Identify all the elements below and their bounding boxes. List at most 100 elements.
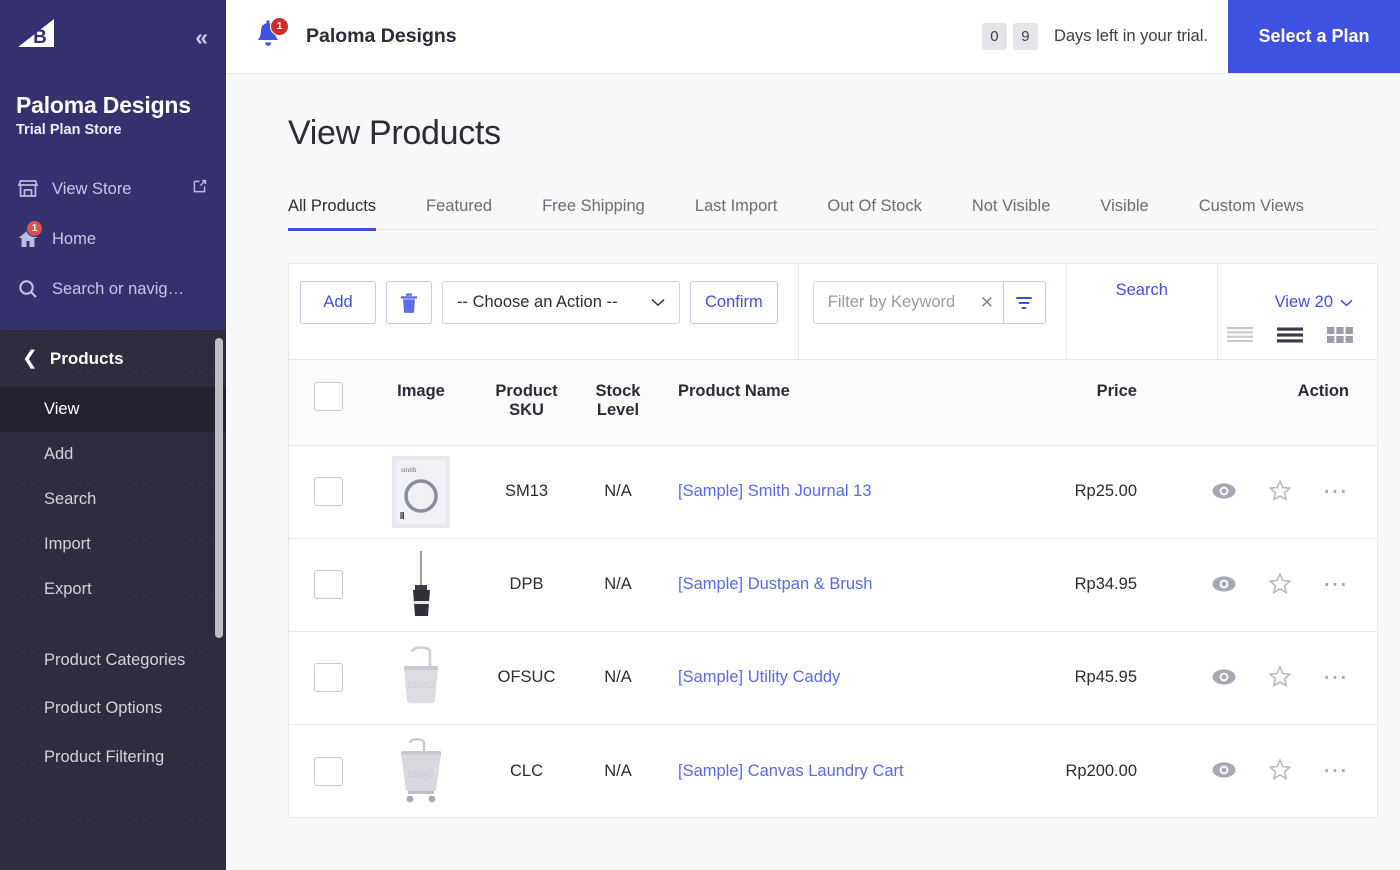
star-icon[interactable] — [1267, 479, 1292, 502]
products-table-body: smith SM13 N/A [Sample] Smith Journal 13 — [289, 444, 1377, 818]
trial-days-text: Days left in your trial. — [1053, 27, 1208, 45]
submenu-item-label: Product Options — [44, 699, 163, 718]
submenu-item-label: Export — [44, 580, 92, 599]
submenu-back-products[interactable]: ❮ Products — [0, 330, 226, 387]
sidebar-item-label: Home — [52, 229, 97, 248]
sidebar-item-view[interactable]: View — [0, 387, 226, 432]
submenu-item-label: Product Categories — [44, 650, 186, 669]
grid-view-icon[interactable] — [1327, 326, 1353, 349]
dustpan-thumbnail — [392, 549, 450, 621]
submenu-divider — [0, 612, 226, 634]
sidebar-item-import[interactable]: Import — [0, 522, 226, 567]
product-name-link[interactable]: [Sample] Dustpan & Brush — [678, 575, 872, 593]
filter-funnel-icon[interactable] — [1002, 281, 1046, 324]
bigcommerce-logo[interactable]: B — [14, 17, 60, 57]
list-view-icon[interactable] — [1277, 326, 1303, 349]
chevron-left-icon: ❮ — [22, 348, 38, 369]
row-checkbox[interactable] — [313, 477, 343, 507]
bell-badge-count: 1 — [270, 16, 289, 36]
compact-list-view-icon[interactable] — [1227, 326, 1253, 349]
notification-bell-icon[interactable]: 1 — [252, 16, 289, 57]
tab-out-of-stock[interactable]: Out Of Stock — [802, 197, 946, 229]
svg-text:DEMO: DEMO — [408, 769, 435, 779]
sidebar-item-view-store[interactable]: View Store — [0, 164, 226, 214]
row-checkbox[interactable] — [313, 570, 343, 600]
tab-custom-views[interactable]: Custom Views — [1174, 197, 1329, 229]
column-stock-line1: Stock — [595, 382, 641, 400]
external-link-icon[interactable] — [191, 178, 208, 200]
sidebar-item-product-filtering[interactable]: Product Filtering — [0, 731, 226, 783]
topbar-store-title: Paloma Designs — [306, 25, 457, 47]
top-header-bar: 1 Paloma Designs 0 9 Days left in your t… — [226, 0, 1400, 74]
tab-not-visible[interactable]: Not Visible — [947, 197, 1076, 229]
sidebar-item-home[interactable]: 1 Home — [0, 214, 226, 264]
tab-all-products[interactable]: All Products — [288, 197, 401, 231]
row-sku: SM13 — [475, 444, 578, 539]
sidebar-item-label: Search or navig… — [52, 279, 185, 298]
row-image-cell: DEMO — [367, 630, 475, 725]
sidebar-scrollbar[interactable] — [215, 338, 223, 638]
tab-featured[interactable]: Featured — [401, 197, 517, 229]
more-options-icon[interactable]: ⋯ — [1323, 664, 1350, 689]
product-name-link[interactable]: [Sample] Canvas Laundry Cart — [678, 762, 904, 780]
toolbar-filter-group: ✕ — [799, 264, 1066, 341]
submenu-item-label: Product Filtering — [44, 747, 165, 766]
row-stock: N/A — [578, 630, 658, 725]
confirm-button[interactable]: Confirm — [690, 281, 778, 324]
star-icon[interactable] — [1267, 572, 1292, 595]
sidebar-item-product-options[interactable]: Product Options — [0, 686, 226, 731]
trial-digit-ones: 9 — [1012, 23, 1038, 50]
row-sku: DPB — [475, 537, 578, 632]
eye-icon[interactable] — [1211, 575, 1237, 593]
tab-visible[interactable]: Visible — [1075, 197, 1173, 229]
toolbar-actions-group: Add -- Choose an Action -- Confirm — [289, 264, 798, 341]
table-row[interactable]: DPB N/A [Sample] Dustpan & Brush Rp34.95 — [289, 537, 1377, 632]
home-badge: 1 — [26, 220, 43, 237]
table-row[interactable]: DEMO CLC N/A [Sample] Canvas Laundry Car… — [289, 723, 1377, 818]
more-options-icon[interactable]: ⋯ — [1323, 757, 1350, 782]
more-options-icon[interactable]: ⋯ — [1323, 571, 1350, 596]
sidebar-search-navigate[interactable]: Search or navig… — [0, 264, 226, 314]
filter-keyword-input[interactable] — [827, 293, 980, 312]
choose-action-select[interactable]: -- Choose an Action -- — [442, 281, 680, 324]
sidebar-item-export[interactable]: Export — [0, 567, 226, 612]
main-area: 1 Paloma Designs 0 9 Days left in your t… — [226, 0, 1400, 870]
eye-icon[interactable] — [1211, 482, 1237, 500]
sidebar-item-product-categories[interactable]: Product Categories — [0, 634, 226, 686]
tab-free-shipping[interactable]: Free Shipping — [517, 197, 670, 229]
store-plan-label: Trial Plan Store — [16, 122, 122, 138]
row-checkbox-cell — [289, 630, 367, 725]
row-checkbox[interactable] — [313, 756, 343, 786]
sidebar-item-add[interactable]: Add — [0, 432, 226, 477]
chevron-down-icon — [1340, 293, 1353, 312]
sidebar-item-search[interactable]: Search — [0, 477, 226, 522]
row-price: Rp45.95 — [1014, 630, 1177, 725]
page-content: View Products All Products Featured Free… — [226, 74, 1400, 870]
view-count-dropdown[interactable]: View 20 — [1275, 281, 1353, 324]
chevron-down-icon — [651, 295, 665, 310]
tab-last-import[interactable]: Last Import — [670, 197, 803, 229]
star-icon[interactable] — [1267, 758, 1292, 781]
eye-icon[interactable] — [1211, 668, 1237, 686]
table-row[interactable]: DEMO OFSUC N/A [Sample] Utility Caddy Rp… — [289, 630, 1377, 725]
star-icon[interactable] — [1267, 665, 1292, 688]
products-toolbar: Add -- Choose an Action -- Confirm Filte… — [289, 264, 1377, 359]
row-image-cell: DEMO — [367, 723, 475, 818]
product-name-link[interactable]: [Sample] Utility Caddy — [678, 668, 840, 686]
product-name-link[interactable]: [Sample] Smith Journal 13 — [678, 482, 872, 500]
table-row[interactable]: smith SM13 N/A [Sample] Smith Journal 13 — [289, 444, 1377, 539]
search-link[interactable]: Search — [1116, 281, 1168, 300]
more-options-icon[interactable]: ⋯ — [1323, 478, 1350, 503]
row-checkbox[interactable] — [313, 663, 343, 693]
trash-icon[interactable] — [386, 281, 432, 324]
row-stock: N/A — [578, 723, 658, 818]
row-name-cell: [Sample] Smith Journal 13 — [658, 444, 1015, 539]
clear-x-icon[interactable]: ✕ — [980, 294, 994, 311]
select-all-checkbox[interactable] — [313, 382, 343, 411]
collapse-sidebar-icon[interactable]: « — [195, 25, 208, 49]
row-stock: N/A — [578, 537, 658, 632]
submenu-item-label: Search — [44, 490, 97, 509]
eye-icon[interactable] — [1211, 761, 1237, 779]
add-product-button[interactable]: Add — [300, 281, 376, 324]
select-a-plan-button[interactable]: Select a Plan — [1228, 0, 1400, 73]
